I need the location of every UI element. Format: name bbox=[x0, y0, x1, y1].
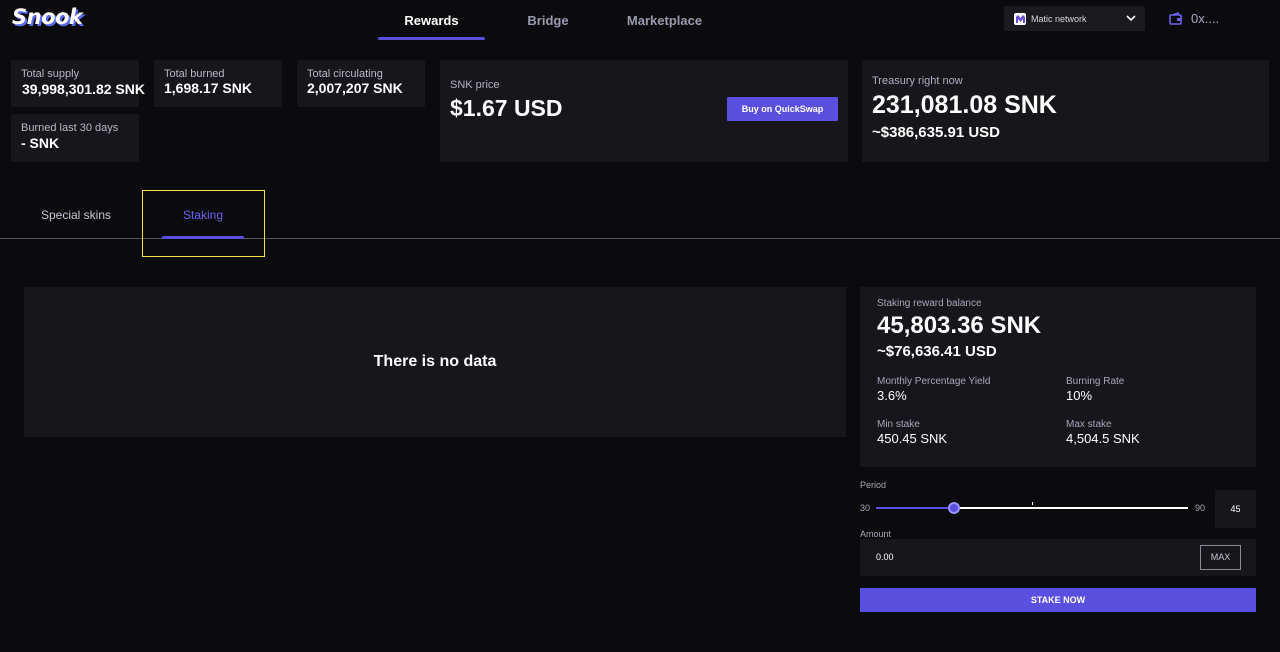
burned-30-days-label: Burned last 30 days bbox=[21, 122, 119, 134]
min-stake-label: Min stake bbox=[877, 419, 920, 430]
total-burned-value: 1,698.17 SNK bbox=[164, 80, 252, 96]
total-supply-value: 39,998,301.82 SNK bbox=[22, 81, 145, 97]
total-supply-label: Total supply bbox=[21, 68, 80, 80]
max-stake-label: Max stake bbox=[1066, 419, 1112, 430]
burned-30-days-value: - SNK bbox=[21, 135, 60, 151]
period-label: Period bbox=[860, 480, 887, 490]
max-stake-value: 4,504.5 SNK bbox=[1066, 431, 1140, 446]
period-slider-tick bbox=[1032, 502, 1033, 505]
burned-30-days-card: Burned last 30 days - SNK bbox=[11, 114, 139, 162]
burning-rate-value: 10% bbox=[1066, 388, 1093, 403]
staking-balance-value: 45,803.36 SNK bbox=[877, 312, 1042, 339]
empty-state-panel: There is no data bbox=[24, 287, 846, 437]
total-circulating-label: Total circulating bbox=[307, 68, 383, 80]
focus-highlight-box bbox=[142, 190, 265, 257]
period-slider-fill bbox=[876, 507, 954, 509]
burning-rate-label: Burning Rate bbox=[1066, 376, 1125, 387]
wallet-icon bbox=[1169, 12, 1182, 25]
staking-balance-label: Staking reward balance bbox=[877, 298, 982, 309]
stake-now-button[interactable]: STAKE NOW bbox=[860, 588, 1256, 612]
snook-logo[interactable]: Snook bbox=[12, 5, 83, 29]
chevron-down-icon bbox=[1126, 13, 1136, 25]
tab-special-skins[interactable]: Special skins bbox=[30, 208, 122, 222]
total-supply-card: Total supply 39,998,301.82 SNK bbox=[11, 60, 145, 107]
network-label: Matic network bbox=[1031, 13, 1087, 24]
total-circulating-card: Total circulating 2,007,207 SNK bbox=[297, 60, 425, 107]
treasury-label: Treasury right now bbox=[872, 75, 963, 87]
nav-active-underline bbox=[378, 37, 485, 40]
treasury-value: 231,081.08 SNK bbox=[872, 91, 1057, 119]
nav-marketplace[interactable]: Marketplace bbox=[612, 0, 717, 41]
min-stake-value: 450.45 SNK bbox=[877, 431, 948, 446]
treasury-usd: ~$386,635.91 USD bbox=[872, 124, 1001, 141]
empty-state-text: There is no data bbox=[373, 353, 497, 370]
matic-icon bbox=[1014, 12, 1026, 25]
total-burned-label: Total burned bbox=[164, 68, 225, 80]
nav-bridge[interactable]: Bridge bbox=[500, 0, 596, 41]
staking-balance-usd: ~$76,636.41 USD bbox=[877, 343, 997, 360]
period-slider-thumb[interactable] bbox=[948, 502, 960, 514]
buy-quickswap-button[interactable]: Buy on QuickSwap bbox=[727, 97, 838, 121]
total-burned-card: Total burned 1,698.17 SNK bbox=[154, 60, 282, 107]
network-select[interactable]: Matic network bbox=[1004, 6, 1145, 31]
mpy-label: Monthly Percentage Yield bbox=[877, 376, 991, 387]
amount-value: 0.00 bbox=[876, 552, 894, 562]
snk-price-value: $1.67 USD bbox=[450, 95, 563, 121]
period-min-label: 30 bbox=[860, 503, 871, 513]
period-value-field[interactable]: 45 bbox=[1215, 490, 1256, 528]
mpy-value: 3.6% bbox=[877, 388, 907, 403]
treasury-card: Treasury right now 231,081.08 SNK ~$386,… bbox=[862, 60, 1269, 162]
amount-label: Amount bbox=[860, 529, 892, 539]
staking-reward-panel: Staking reward balance 45,803.36 SNK ~$7… bbox=[860, 287, 1256, 467]
wallet-button[interactable]: 0x.... bbox=[1169, 11, 1219, 26]
amount-input[interactable]: 0.00 bbox=[860, 539, 1256, 576]
wallet-address: 0x.... bbox=[1191, 11, 1220, 26]
period-max-label: 90 bbox=[1195, 503, 1206, 513]
total-circulating-value: 2,007,207 SNK bbox=[307, 80, 403, 96]
snk-price-label: SNK price bbox=[450, 79, 500, 91]
period-value: 45 bbox=[1230, 504, 1241, 514]
max-button[interactable]: MAX bbox=[1200, 545, 1241, 570]
nav-rewards[interactable]: Rewards bbox=[378, 0, 485, 41]
